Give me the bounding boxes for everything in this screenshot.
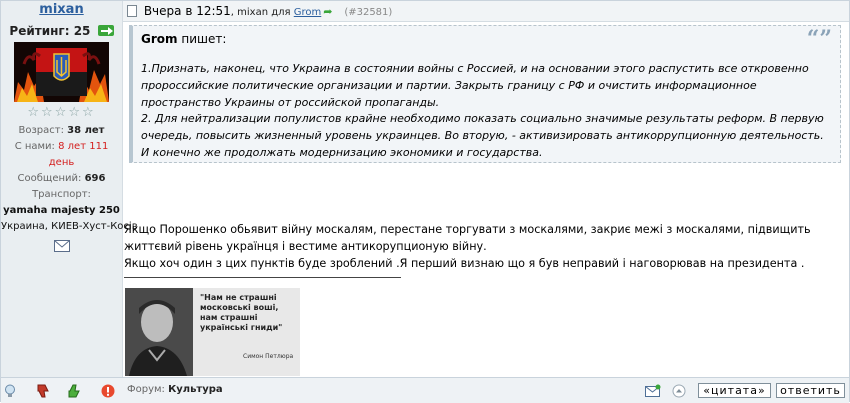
post-number[interactable]: (#32581) — [344, 7, 392, 18]
joined-label: С нами: — [14, 141, 55, 152]
forum-info: Форум: Культура — [127, 383, 223, 397]
avatar — [14, 42, 109, 102]
plus-icon[interactable] — [97, 25, 114, 36]
pm-icon[interactable] — [53, 240, 70, 252]
signature-divider — [124, 277, 401, 278]
post-recipient[interactable]: Grom — [294, 7, 322, 18]
up-icon[interactable] — [672, 384, 686, 398]
joined-value: 8 лет 111 день — [48, 141, 109, 168]
post-header: Вчера в 12:51, mixan для Grom ➦ (#32581) — [123, 1, 849, 22]
joined-row: С нами: 8 лет 111 день — [1, 139, 122, 171]
messages-row: Сообщений: 696 — [1, 171, 122, 187]
messages-value: 696 — [84, 173, 106, 184]
transport-label: Транспорт: — [32, 189, 91, 200]
author-info: Возраст: 38 лет С нами: 8 лет 111 день С… — [1, 123, 138, 235]
age-label: Возраст: — [18, 125, 64, 136]
post-body-line-1: Якщо Порошенко обьявит війну москалям, п… — [124, 223, 811, 253]
author-username[interactable]: mixan — [1, 1, 122, 19]
post-body: Якщо Порошенко обьявит війну москалям, п… — [124, 222, 844, 272]
forum-post: mixan Рейтинг: 25 ☆☆☆☆☆ Возраст: 38 лет … — [0, 0, 850, 403]
reply-button[interactable]: ответить — [776, 383, 845, 398]
post-time: Вчера в 12:51 — [143, 4, 231, 18]
post-body-line-2: Якщо хоч один з цих пунктів буде зроблен… — [124, 256, 805, 270]
quote-author: Grom — [141, 32, 178, 46]
forum-label: Форум: — [127, 384, 165, 395]
quote-block: Grom пишет: “” 1.Признать, наконец, что … — [129, 25, 841, 163]
post-footer: Форум: Культура «цитата» ответить — [1, 377, 849, 403]
envelope-icon[interactable] — [645, 384, 661, 398]
age-value: 38 лет — [67, 125, 105, 136]
quote-text: 1.Признать, наконец, что Украина в состо… — [141, 62, 824, 159]
quote-mark-icon: “” — [806, 26, 832, 52]
post-content: Вчера в 12:51, mixan для Grom ➦ (#32581) … — [123, 1, 849, 377]
thumbs-down-icon[interactable] — [36, 384, 50, 398]
transport-value: yamaha majesty 250 — [3, 205, 120, 216]
author-panel: mixan Рейтинг: 25 ☆☆☆☆☆ Возраст: 38 лет … — [1, 1, 138, 377]
quote-button[interactable]: «цитата» — [698, 383, 771, 398]
rating-label: Рейтинг: — [9, 24, 70, 38]
signature-image: "Нам не страшні московські воші, нам стр… — [125, 288, 300, 376]
post-for: для — [271, 7, 291, 18]
messages-label: Сообщений: — [17, 173, 82, 184]
report-icon[interactable] — [101, 384, 115, 398]
thumbs-up-icon[interactable] — [67, 384, 81, 398]
quote-says: пишет: — [181, 32, 227, 46]
rating-value: 25 — [73, 24, 91, 38]
rating-stars: ☆☆☆☆☆ — [27, 105, 96, 120]
signature-photo — [125, 288, 193, 376]
arrow-icon[interactable]: ➦ — [323, 2, 332, 22]
author-location: Украина, КИЕВ-Хуст-Косів — [1, 221, 138, 232]
forum-value[interactable]: Культура — [168, 384, 223, 395]
quote-header: Grom пишет: — [141, 29, 832, 49]
author-rating: Рейтинг: 25 — [1, 22, 122, 40]
age-row: Возраст: 38 лет — [1, 123, 122, 139]
signature-name: Симон Петлюра — [243, 353, 294, 360]
document-icon — [127, 4, 137, 17]
bulb-icon[interactable] — [3, 384, 17, 398]
post-author[interactable]: mixan — [237, 7, 268, 18]
signature-quote: "Нам не страшні московські воші, нам стр… — [200, 293, 283, 332]
